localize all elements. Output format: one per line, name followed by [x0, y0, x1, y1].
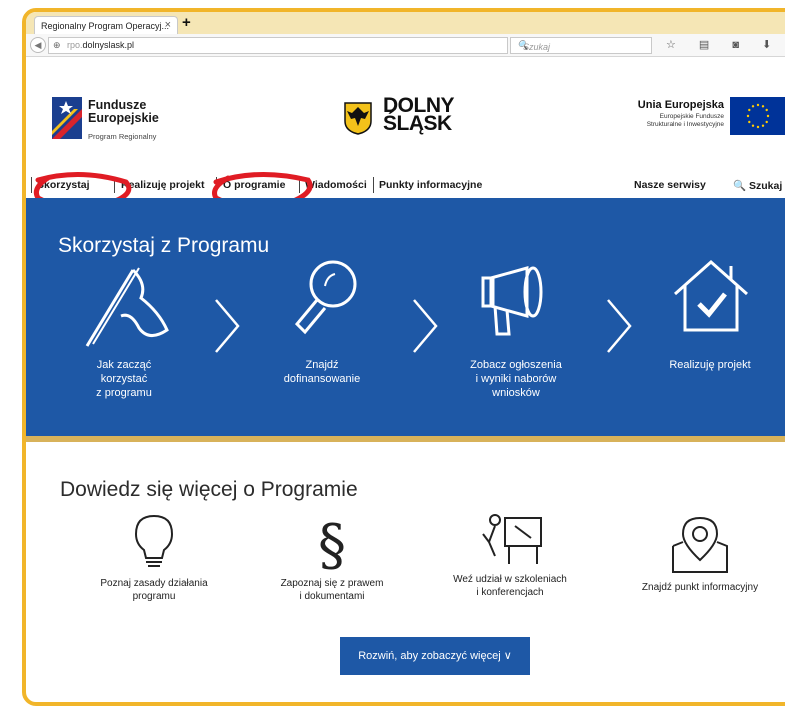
nav-separator [299, 177, 300, 193]
tab-close-icon[interactable]: × [165, 19, 171, 31]
step-line: z programu [96, 387, 152, 399]
megaphone-icon [481, 266, 543, 336]
nav-item-punkty-informacyjne[interactable]: Punkty informacyjne [379, 179, 482, 191]
learn-line: Weź udział w szkoleniach [453, 574, 567, 585]
map-pin-icon [672, 516, 728, 573]
house-check-icon [674, 259, 748, 332]
new-tab-button[interactable]: + [182, 14, 191, 31]
browser-toolbar: ◀ ⊕ rpo.dolnyslask.pl 🔍 Szukaj ☆ ▤ ◙ ⬇ ⌂ [26, 34, 785, 57]
browser-window: Regionalny Program Operacyj... × + ◀ ⊕ r… [22, 8, 785, 706]
chevron-right-icon [215, 299, 240, 353]
nav-item-o-programie[interactable]: O programie [223, 179, 285, 191]
learn-item-szkolenia[interactable]: Weź udział w szkoleniach i konferencjach [430, 512, 590, 599]
fundusze-europejskie-logo-icon[interactable] [52, 97, 82, 139]
search-placeholder: 🔍 Szukaj [517, 40, 551, 52]
learn-line: i konferencjach [476, 587, 544, 598]
presentation-icon [482, 514, 542, 564]
eu-flag-icon [730, 97, 785, 135]
step-label: Jak zacząć korzystać z programu [64, 358, 184, 400]
eu-sub-line2: Strukturalne i Inwestycyjne [646, 121, 724, 128]
main-nav: Skorzystaj Realizuję projekt O programie… [26, 172, 785, 198]
step-line: wniosków [492, 387, 540, 399]
learn-label: Znajdź punkt informacyjny [620, 581, 780, 594]
learn-line: i dokumentami [299, 591, 365, 602]
nav-item-realizuje-projekt[interactable]: Realizuję projekt [121, 179, 204, 191]
step-line: Znajdź [305, 359, 339, 371]
fe-logo-text: Fundusze Europejskie [88, 99, 159, 125]
url-text: rpo.dolnyslask.pl [67, 40, 135, 50]
step-label: Realizuję projekt [650, 358, 770, 372]
nav-services[interactable]: Nasze serwisy [634, 179, 706, 191]
site-header: Fundusze Europejskie Program Regionalny … [26, 57, 785, 172]
nav-separator [373, 177, 374, 193]
learn-label: Weź udział w szkoleniach i konferencjach [430, 573, 590, 599]
step-label: Zobacz ogłoszenia i wyniki naborów wnios… [456, 358, 576, 400]
dolny-slask-logo-text: DOLNY ŚLĄSK [383, 95, 455, 135]
lightbulb-icon [134, 514, 174, 567]
step-line: Realizuję projekt [669, 359, 751, 371]
nav-separator [216, 177, 217, 193]
step-jak-zaczac[interactable]: Jak zacząć korzystać z programu [64, 250, 184, 399]
magnifier-icon [294, 260, 357, 335]
nav-separator [114, 177, 115, 193]
step-label: Znajdź dofinansowanie [262, 358, 382, 386]
browser-tab[interactable]: Regionalny Program Operacyj... × [34, 16, 178, 35]
eagle-crest-icon[interactable] [343, 101, 373, 135]
nav-item-wiadomosci[interactable]: Wiadomości [305, 179, 367, 191]
step-line: i wyniki naborów [475, 373, 557, 385]
eu-sub-line1: Europejskie Fundusze [659, 113, 724, 120]
learn-item-prawo[interactable]: § Zapoznaj się z prawem i dokumentami [252, 512, 412, 603]
step-line: dofinansowanie [283, 373, 361, 385]
step-realizuje-projekt[interactable]: Realizuję projekt [650, 250, 770, 371]
fe-logo-sub: Program Regionalny [88, 132, 157, 141]
learn-line: Poznaj zasady działania [100, 578, 208, 589]
eu-subtitle: Europejskie Fundusze Strukturalne i Inwe… [596, 113, 724, 129]
eu-title: Unia Europejska [637, 99, 724, 111]
toolbar-icons[interactable]: ☆ ▤ ◙ ⬇ ⌂ [666, 38, 785, 51]
ds-line2: ŚLĄSK [383, 112, 452, 135]
nav-separator [31, 177, 32, 193]
step-line: korzystać [100, 373, 148, 385]
nav-search-label: Szukaj [749, 180, 783, 192]
flag-icon [85, 267, 169, 347]
back-arrow-icon[interactable]: ◀ [30, 37, 46, 53]
nav-search[interactable]: 🔍 Szukaj [733, 179, 782, 192]
learn-line: Zapoznaj się z prawem [280, 578, 384, 589]
learn-title: Dowiedz się więcej o Programie [60, 478, 358, 501]
hero-section: Skorzystaj z Programu Jak zacząć korzyst… [26, 198, 785, 442]
learn-item-zasady[interactable]: Poznaj zasady działania programu [74, 512, 234, 603]
tab-bar: Regionalny Program Operacyj... × + [26, 12, 785, 35]
step-line: Jak zacząć [96, 359, 152, 371]
step-znajdz-dofinansowanie[interactable]: Znajdź dofinansowanie [262, 250, 382, 385]
address-bar[interactable]: ⊕ rpo.dolnyslask.pl [48, 37, 508, 54]
globe-icon: ⊕ [53, 40, 61, 50]
paragraph-icon: § [318, 513, 346, 578]
step-line: Zobacz ogłoszenia [470, 359, 562, 371]
learn-item-punkt[interactable]: Znajdź punkt informacyjny [620, 512, 780, 594]
chevron-right-icon [413, 299, 438, 353]
chevron-right-icon [607, 299, 632, 353]
tab-title: Regionalny Program Operacyj... [41, 21, 170, 31]
learn-label: Zapoznaj się z prawem i dokumentami [252, 577, 412, 603]
learn-line: Znajdź punkt informacyjny [641, 582, 759, 593]
learn-label: Poznaj zasady działania programu [74, 577, 234, 603]
fe-line2: Europejskie [88, 111, 159, 125]
browser-search-input[interactable]: 🔍 Szukaj [510, 37, 652, 54]
step-zobacz-ogloszenia[interactable]: Zobacz ogłoszenia i wyniki naborów wnios… [456, 250, 576, 399]
nav-item-skorzystaj[interactable]: Skorzystaj [37, 179, 90, 191]
expand-more-button[interactable]: Rozwiń, aby zobaczyć więcej ∨ [340, 637, 530, 675]
learn-line: programu [132, 591, 176, 602]
svg-text:§: § [318, 513, 346, 572]
search-icon: 🔍 [733, 180, 747, 192]
